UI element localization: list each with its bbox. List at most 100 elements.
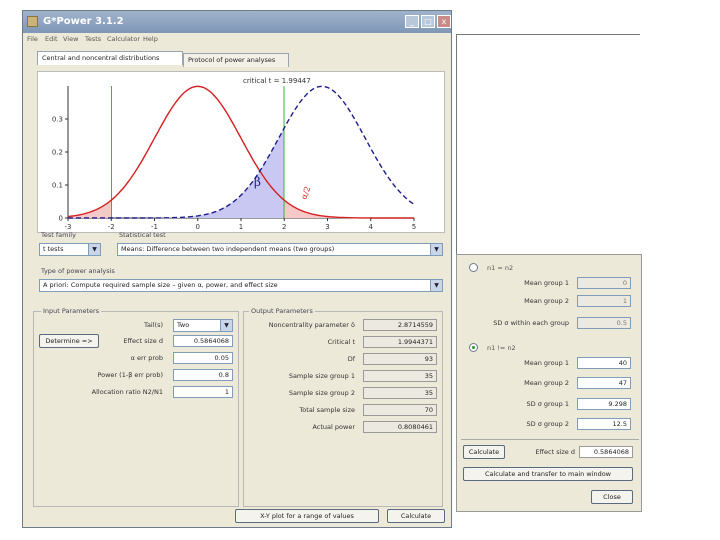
effect-size-input[interactable]: 0.5864068 (173, 335, 233, 347)
effect-size-panel: n1 = n2 Mean group 1 0 Mean group 2 1 SD… (456, 254, 642, 512)
p1-sd-input[interactable]: 0.5 (577, 317, 631, 329)
critical-t-label: critical t = 1.99447 (243, 77, 311, 85)
menu-edit[interactable]: Edit (45, 35, 58, 43)
panel-calculate-button[interactable]: Calculate (463, 445, 505, 459)
y-tick-label: 0.1 (52, 182, 63, 190)
p2-sd-1-label: SD σ group 1 (526, 400, 569, 408)
input-label-tails: Tail(s) (144, 321, 163, 329)
transfer-button[interactable]: Calculate and transfer to main window (463, 467, 633, 481)
p1-mean-1-input[interactable]: 0 (577, 277, 631, 289)
statistical-test-select[interactable]: Means: Difference between two independen… (117, 243, 443, 256)
output-label-sample-2: Sample size group 2 (288, 389, 355, 397)
p2-mean-2-input[interactable]: 47 (577, 377, 631, 389)
y-tick-label: 0.3 (52, 116, 63, 124)
p1-mean-1-label: Mean group 1 (524, 279, 569, 287)
tab-protocol[interactable]: Protocol of power analyses (183, 53, 289, 67)
window-title: G*Power 3.1.2 (43, 16, 124, 27)
tails-select[interactable]: Two ▼ (173, 319, 233, 332)
output-label-df: Df (347, 355, 355, 363)
minimize-icon[interactable]: _ (405, 15, 419, 28)
menu-file[interactable]: File (27, 35, 38, 43)
tails-value: Two (177, 321, 190, 329)
sample-size-2-output: 35 (363, 387, 437, 399)
title-bar: G*Power 3.1.2 _ □ x (23, 11, 451, 33)
maximize-icon[interactable]: □ (421, 15, 435, 28)
beta-label: β (254, 175, 261, 189)
statistical-test-label: Statistical test (119, 231, 166, 239)
output-label-sample-1: Sample size group 1 (288, 372, 355, 380)
power-analysis-label: Type of power analysis (41, 267, 115, 275)
x-tick-label: -3 (65, 223, 72, 231)
app-icon (27, 16, 38, 27)
x-tick-label: 5 (412, 223, 416, 231)
radio-dot (472, 346, 475, 349)
p2-sd-2-input[interactable]: 12.5 (577, 418, 631, 430)
gpower-window: G*Power 3.1.2 _ □ x File Edit View Tests… (22, 10, 452, 528)
input-label-alpha: α err prob (130, 354, 163, 362)
p2-sd-2-label: SD σ group 2 (526, 420, 569, 428)
test-family-select[interactable]: t tests ▼ (39, 243, 101, 256)
radio-unequal-n-label: n1 != n2 (487, 344, 516, 352)
distribution-plot: critical t = 1.99447 β α/2 0 0.1 0.2 0.3 -3… (37, 71, 445, 233)
p2-mean-1-input[interactable]: 40 (577, 357, 631, 369)
actual-power-output: 0.8080461 (363, 421, 437, 433)
panel-effect-size-label: Effect size d (535, 448, 575, 456)
df-output: 93 (363, 353, 437, 365)
noncentrality-output: 2.8714559 (363, 319, 437, 331)
p1-mean-2-input[interactable]: 1 (577, 295, 631, 307)
menu-bar: File Edit View Tests Calculator Help (23, 33, 451, 45)
input-parameters-label: Input Parameters (41, 307, 102, 315)
calculate-button[interactable]: Calculate (387, 509, 445, 523)
chevron-down-icon: ▼ (220, 320, 232, 331)
test-family-value: t tests (43, 245, 64, 253)
distribution-chart: critical t = 1.99447 β α/2 0 0.1 0.2 0.3 -3… (52, 77, 416, 231)
chevron-down-icon: ▼ (430, 280, 442, 291)
radio-equal-n-label: n1 = n2 (487, 264, 514, 272)
statistical-test-value: Means: Difference between two independen… (121, 245, 335, 253)
critical-t-output: 1.9944371 (363, 336, 437, 348)
output-label-noncentrality: Noncentrality parameter δ (268, 321, 355, 329)
x-tick-label: 4 (369, 223, 374, 231)
x-tick-label: 0 (196, 223, 200, 231)
divider (461, 439, 639, 440)
menu-help[interactable]: Help (143, 35, 158, 43)
p1-sd-label: SD σ within each group (493, 319, 569, 327)
output-label-total: Total sample size (299, 406, 355, 414)
p1-mean-2-label: Mean group 2 (524, 297, 569, 305)
radio-equal-n[interactable] (469, 263, 478, 272)
panel-effect-size-output: 0.5864068 (579, 446, 633, 458)
x-tick-label: -2 (108, 223, 115, 231)
total-sample-output: 70 (363, 404, 437, 416)
power-analysis-select[interactable]: A priori: Compute required sample size –… (39, 279, 443, 292)
chevron-down-icon: ▼ (88, 244, 100, 255)
tab-distributions[interactable]: Central and noncentral distributions (37, 51, 183, 65)
power-input[interactable]: 0.8 (173, 369, 233, 381)
y-tick-label: 0 (59, 215, 63, 223)
sample-size-1-output: 35 (363, 370, 437, 382)
p2-sd-1-input[interactable]: 9.298 (577, 398, 631, 410)
x-tick-label: 1 (239, 223, 243, 231)
alpha-label: α/2 (299, 185, 312, 200)
divider (456, 34, 640, 35)
alpha-input[interactable]: 0.05 (173, 352, 233, 364)
output-label-critical-t: Critical t (327, 338, 355, 346)
menu-view[interactable]: View (63, 35, 78, 43)
menu-tests[interactable]: Tests (85, 35, 101, 43)
p2-mean-2-label: Mean group 2 (524, 379, 569, 387)
allocation-input[interactable]: 1 (173, 386, 233, 398)
output-label-actual-power: Actual power (312, 423, 355, 431)
close-icon[interactable]: x (437, 15, 451, 28)
determine-button[interactable]: Determine => (39, 334, 99, 348)
input-label-power: Power (1-β err prob) (97, 371, 163, 379)
input-label-effect-size: Effect size d (123, 337, 163, 345)
p2-mean-1-label: Mean group 1 (524, 359, 569, 367)
x-tick-label: 2 (282, 223, 286, 231)
x-tick-label: -1 (151, 223, 158, 231)
radio-unequal-n[interactable] (469, 343, 478, 352)
menu-calculator[interactable]: Calculator (107, 35, 140, 43)
chevron-down-icon: ▼ (430, 244, 442, 255)
panel-close-button[interactable]: Close (591, 490, 633, 504)
test-family-label: Test family (41, 231, 76, 239)
xy-plot-button[interactable]: X-Y plot for a range of values (235, 509, 379, 523)
power-analysis-value: A priori: Compute required sample size –… (43, 281, 278, 289)
